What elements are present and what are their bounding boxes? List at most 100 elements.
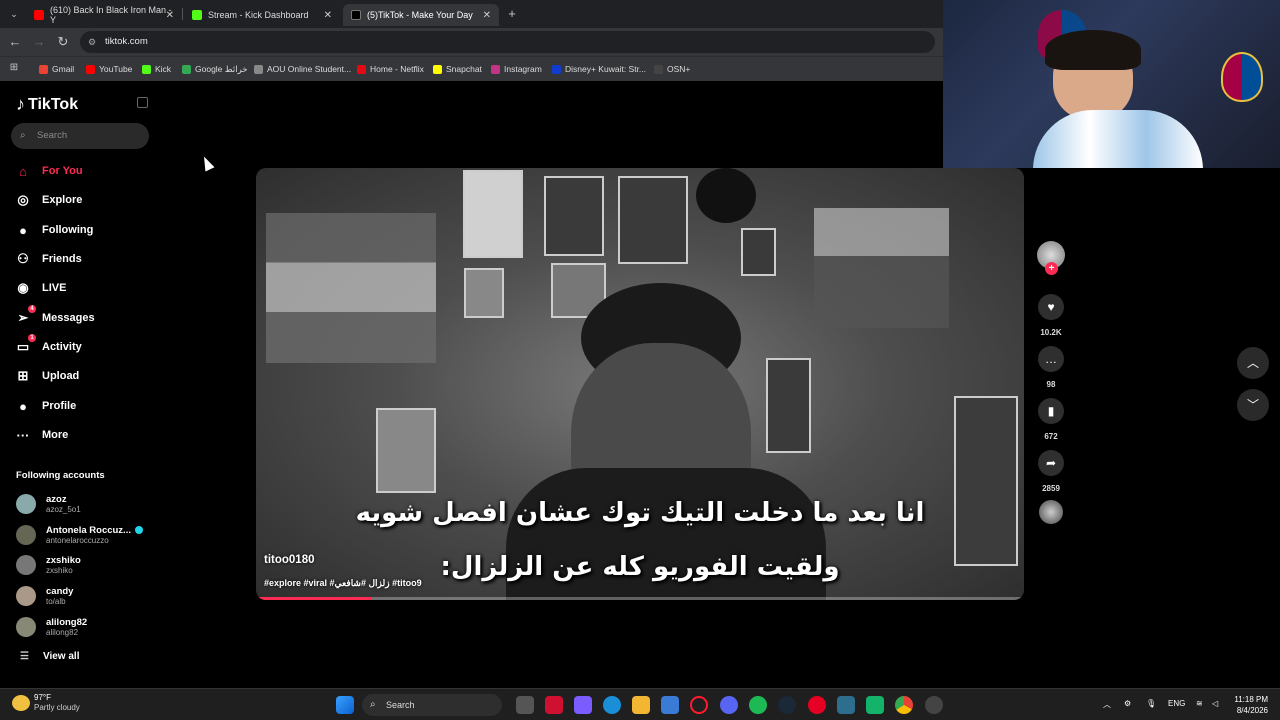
bookmark-item[interactable]: Instagram (491, 62, 542, 76)
steam-icon[interactable] (778, 696, 796, 714)
sidebar-item-friends[interactable]: ⚇ Friends (14, 248, 154, 270)
tiktok-logo[interactable]: ♪ TikTok (16, 94, 78, 115)
system-clock[interactable]: 11:18 PM 8/4/2026 (1226, 694, 1268, 716)
video-player[interactable]: انا بعد ما دخلت التيك توك عشان افصل شويه… (256, 168, 1024, 600)
video-author[interactable]: titoo0180 (264, 554, 315, 566)
close-tab-icon[interactable]: ✕ (324, 10, 332, 21)
back-icon[interactable]: ← (7, 34, 23, 50)
following-account-item[interactable]: azoz azoz_5o1 (16, 491, 156, 517)
tab-kick[interactable]: Stream - Kick Dashboard ✕ (184, 4, 340, 26)
site-info-icon[interactable]: ⚙ (88, 31, 96, 53)
following-account-item[interactable]: candy to/alb (16, 583, 156, 609)
tiktok-note-icon: ♪ (16, 94, 25, 114)
show-hidden-icons-icon[interactable]: ︿ (1103, 699, 1111, 710)
sidebar-item-label: Activity (42, 341, 82, 353)
task-view-icon[interactable] (516, 696, 534, 714)
pinterest-icon[interactable] (808, 696, 826, 714)
collapse-sidebar-icon[interactable] (137, 97, 148, 108)
tab-search-icon[interactable]: ⌄ (6, 6, 22, 22)
bookmark-item[interactable]: Google خرائط (182, 62, 248, 76)
app-icon[interactable] (545, 696, 563, 714)
comment-button[interactable]: … 98 (1036, 346, 1066, 389)
bookmark-favicon-icon (433, 64, 442, 74)
wifi-icon[interactable]: ≋ (1196, 699, 1203, 708)
windows-start-icon[interactable] (336, 696, 354, 714)
wall-poster (376, 408, 436, 493)
discord-icon[interactable] (720, 696, 738, 714)
view-all-button[interactable]: ☰ View all (20, 651, 79, 662)
weather-widget[interactable]: 97°F Partly cloudy (12, 693, 80, 713)
reload-icon[interactable]: ↻ (55, 34, 71, 50)
app-icon[interactable] (866, 696, 884, 714)
opera-icon[interactable] (690, 696, 708, 714)
following-account-item[interactable]: zxshiko zxshiko (16, 552, 156, 578)
microphone-icon[interactable]: 🎙 (1146, 699, 1156, 708)
bookmark-item[interactable]: OSN+ (654, 62, 690, 76)
avatar (16, 494, 36, 514)
spotify-icon[interactable] (749, 696, 767, 714)
forward-icon[interactable]: → (31, 34, 47, 50)
search-input[interactable]: ⌕ Search (11, 123, 149, 149)
taskbar-search[interactable]: ⌕ Search (362, 694, 502, 716)
bookmark-item[interactable]: Gmail (39, 62, 74, 76)
tab-youtube[interactable]: (610) Back In Black Iron Man - Y ✕ (26, 4, 182, 26)
app-icon[interactable] (837, 696, 855, 714)
sidebar-item-following[interactable]: ● Following (14, 219, 154, 241)
sidebar-item-profile[interactable]: ● Profile (14, 395, 154, 417)
home-icon: ⌂ (19, 163, 27, 179)
address-bar[interactable]: ⚙ tiktok.com (80, 31, 935, 53)
comment-count: 98 (1046, 380, 1056, 389)
sidebar-item-activity[interactable]: ▭ 1 Activity (14, 334, 154, 358)
follow-plus-icon[interactable]: + (1045, 262, 1058, 275)
save-button[interactable]: ▮ 672 (1036, 398, 1066, 441)
live-icon: ◉ (17, 280, 29, 295)
app-icon[interactable] (925, 696, 943, 714)
file-explorer-icon[interactable] (632, 696, 650, 714)
following-account-item[interactable]: Antonela Roccuz... antonelaroccuzzo (16, 522, 156, 548)
bookmark-item[interactable]: Snapchat (433, 62, 482, 76)
share-button[interactable]: ➦ 2859 (1036, 450, 1066, 493)
author-avatar[interactable]: + (1036, 241, 1066, 275)
volume-icon[interactable]: ◁ (1212, 699, 1218, 708)
sidebar-item-for-you[interactable]: ⌂ For You (14, 160, 154, 182)
edge-icon[interactable] (603, 696, 621, 714)
bookmark-label: Gmail (52, 64, 75, 74)
sidebar-item-live[interactable]: ◉ LIVE (14, 277, 154, 299)
apps-grid-icon[interactable]: ⊞ (6, 60, 22, 76)
store-icon[interactable] (661, 696, 679, 714)
search-placeholder: Search (37, 130, 68, 141)
wall-poster (544, 176, 604, 256)
new-tab-icon[interactable]: + (504, 6, 520, 22)
close-tab-icon[interactable]: ✕ (166, 10, 174, 21)
bookmark-item[interactable]: Home - Netflix (357, 62, 424, 76)
author-avatar-image: + (1037, 241, 1065, 275)
chrome-icon[interactable] (895, 696, 913, 714)
bookmark-item[interactable]: Disney+ Kuwait: Str... (552, 62, 646, 76)
video-progress-bar[interactable] (256, 597, 1024, 600)
bookmark-label: Google خرائط (195, 63, 248, 74)
sidebar-item-explore[interactable]: ◎ Explore (14, 189, 154, 211)
previous-video-button[interactable]: ︿ (1237, 347, 1269, 379)
tab-tiktok[interactable]: (5)TikTok - Make Your Day ✕ (343, 4, 499, 26)
music-disc[interactable] (1036, 500, 1066, 524)
search-icon: ⌕ (20, 130, 26, 141)
video-caption-line-1: انا بعد ما دخلت التيك توك عشان افصل شويه (355, 498, 925, 528)
settings-icon[interactable]: ⚙ (1124, 699, 1131, 708)
close-tab-icon[interactable]: ✕ (483, 10, 491, 21)
next-video-button[interactable]: ﹀ (1237, 389, 1269, 421)
bookmark-item[interactable]: YouTube (86, 62, 132, 76)
bookmark-item[interactable]: AOU Online Student... (254, 62, 351, 76)
like-button[interactable]: ♥ 10.2K (1036, 294, 1066, 337)
notification-badge: 4 (28, 305, 36, 313)
bookmark-item[interactable]: Kick (142, 62, 171, 76)
video-hashtags[interactable]: #explore #viral #زلزال #شافعي #titoo9 (264, 578, 422, 589)
sidebar-item-more[interactable]: ··· More (14, 424, 154, 446)
url-text: tiktok.com (105, 36, 148, 47)
sidebar-item-messages[interactable]: ➢ 4 Messages (14, 305, 154, 329)
sidebar-item-upload[interactable]: ⊞ Upload (14, 365, 154, 387)
following-account-item[interactable]: alilong82 alilong82 (16, 614, 156, 640)
activity-icon: ▭ 1 (14, 334, 36, 356)
account-name: zxshiko (46, 555, 81, 566)
copilot-icon[interactable] (574, 696, 592, 714)
input-language[interactable]: ENG (1168, 699, 1185, 708)
